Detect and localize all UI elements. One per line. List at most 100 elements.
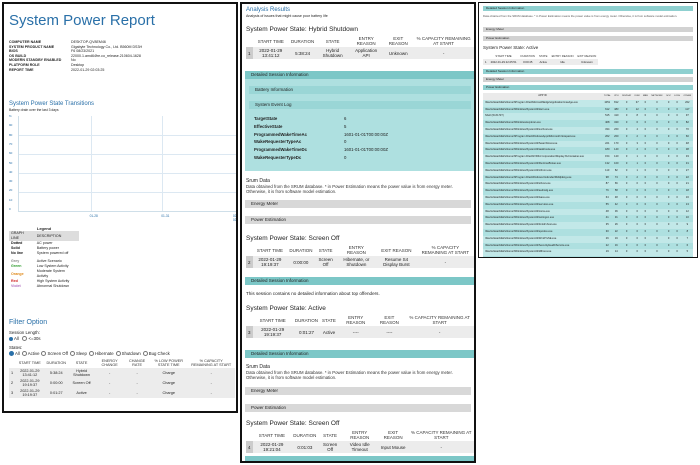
detailed-session-toggle-r2[interactable]: Detailed Session Information [483,69,693,74]
state-option-active[interactable]: Active [21,351,39,357]
y-tick-label: 40 [9,169,13,174]
x-tick-label: 01-28 [89,214,98,218]
table-row[interactable]: \Device\HarddiskVolume3\Windows\System32… [483,147,693,154]
table-row[interactable]: \Device\HarddiskVolume3\Windows\System32… [483,167,693,175]
cell-value: 202 [685,100,690,104]
energy-meter-toggle-2[interactable]: Energy Meter [245,387,471,395]
table-row[interactable]: \Device\HarddiskVolume3\Windows\System32… [483,208,693,216]
table-row[interactable]: 4 2022-01-29 19:21:04 0:01:03 Screen Off Vid… [246,441,474,453]
radio-30s[interactable]: <=30s [22,336,41,342]
cell-start: 2022-01-29 19:19:37 [252,326,293,338]
power-estimation-toggle-2[interactable]: Power Estimation [245,404,471,412]
table-row[interactable]: \Device\HarddiskVolume3\Windows\System32… [483,229,693,236]
table-row[interactable]: 1 2022-01-29 13:41:12 5:38:24 Hybrid Shutdo… [9,368,235,378]
energy-meter-toggle[interactable]: Energy Meter [245,200,471,208]
state-option-screen-off[interactable]: Screen Off [41,351,68,357]
table-row[interactable]: \Device\HarddiskVolume3\Windows\System32… [483,181,693,189]
column-header: % CAPACITY REMAINING AT START [191,359,232,367]
table-row[interactable]: \Device\HarddiskVolume3\Windows\System32… [483,243,693,250]
radio-all[interactable]: All [9,336,19,341]
table-row[interactable]: 2 2022-01-29 19:19:37 0:00:00 Screen Off - - C… [9,378,235,388]
cell-entry: Application API [349,47,384,59]
table-row[interactable]: 1 2022-01-29 22:25:51 0:00:45 Active Idle Unk… [483,59,599,65]
energy-meter-toggle-r2[interactable]: Energy Meter [483,77,693,82]
cell-value: 8 [636,114,638,118]
cell-value: 82 [685,121,689,125]
power-estimation-toggle-r2[interactable]: Power Estimation [483,85,693,90]
system-event-log-toggle[interactable]: System Event Log [249,101,471,109]
screen-off-table-2: START TIME DURATION STATE ENTRY REASON EXIT … [246,429,474,453]
table-row[interactable]: 1 2022-01-29 13:41:12 5:38:24 Hybrid Shutdo… [246,47,474,59]
cell-state: Active [320,326,338,338]
cell-value: 0 [644,229,647,233]
table-row[interactable]: Shell (W:/D:/ST) 515 410 0 8 0 0 0 0 97 [483,113,693,121]
app-id: \Device\HarddiskVolume3\Windows\System32… [485,141,558,145]
cell-r: - [124,368,151,378]
table-row[interactable]: \Device\HarddiskVolume3\Windows\System32… [483,235,693,243]
energy-meter-toggle-r[interactable]: Energy Meter [483,27,693,32]
column-header: TOTAL [603,95,611,97]
cell-value: 0 [667,127,670,131]
state-option-shutdown[interactable]: Shutdown [115,351,141,357]
column-header: DURATION [293,432,317,438]
state-option-sleep[interactable]: Sleep [69,351,87,357]
column-header: EXIT REASON [388,36,408,46]
cell-value: 2 [636,175,638,179]
table-row[interactable]: \Device\HarddiskVolume3\Program Files\NV… [483,154,693,161]
cell-e: - [95,368,125,378]
cell-value: 0 [656,148,658,152]
cell-value: 0 [644,243,647,247]
detailed-session-toggle-3[interactable]: Detailed Session Information [245,350,474,358]
right-section-title: System Power State: Active [483,45,539,50]
detailed-session-toggle[interactable]: Detailed Session Information [245,71,474,79]
table-row[interactable]: \Device\HarddiskVolume3\Windows\System32… [483,126,693,134]
cell-value: 0 [676,141,678,145]
table-row[interactable]: \Device\HarddiskVolume3\Windows\explorer… [483,120,693,127]
table-row[interactable]: 2 2022-01-29 19:19:37 0:00:00 Screen Off Hib… [246,256,474,268]
detailed-session-toggle-2[interactable]: Detailed Session Information [245,277,474,285]
table-row[interactable]: 3 2022-01-29 19:19:37 0:01:27 Active ---- ---… [246,326,474,338]
cell-cap: - [187,378,235,388]
table-row[interactable]: \Device\HarddiskVolume3\Windows\System32… [483,188,693,195]
app-id-header: APP ID [538,94,547,97]
cell-value: 0 [644,141,647,145]
state-option-bug-check[interactable]: Bug Check [142,351,170,357]
table-row[interactable]: \Device\HarddiskVolume3\Windows\System32… [483,202,693,209]
cell-value: 0 [667,107,670,111]
column-header: NETWORK [651,95,663,97]
detailed-session-toggle-4[interactable] [245,456,474,461]
table-row[interactable]: \Device\HarddiskVolume3\Windows\System32… [483,161,693,168]
state-option-all[interactable]: All [9,351,20,357]
table-row[interactable]: \Device\HarddiskVolume3\Windows\System32… [483,107,693,114]
cell-value: 0 [656,141,658,145]
state-option-hibernate[interactable]: Hibernate [88,351,114,357]
cell-value: 132 [605,161,610,165]
cell-value: 0 [644,195,647,199]
section-screen-off-title: System Power State: Screen Off [246,235,340,242]
cell-value: 221 [605,141,610,145]
battery-info-toggle[interactable]: Battery Information [249,86,471,94]
column-header: DURATION [46,361,67,365]
legend-row: Orange Moderate System Activity [9,269,79,279]
cell-value: 100 [614,161,619,165]
table-row[interactable]: \Device\HarddiskVolume3\Program Files\Mi… [483,99,693,107]
table-row[interactable]: \Device\HarddiskVolume3\Windows\System32… [483,256,693,257]
cell-value: 48 [614,195,618,199]
y-tick-label: 50 [9,160,13,165]
table-row[interactable]: \Device\HarddiskVolume3\Windows\System32… [483,140,693,148]
table-row[interactable]: \Device\HarddiskVolume3\Windows\System32… [483,249,693,257]
table-row[interactable]: \Device\HarddiskVolume3\Program Files\Wi… [483,134,693,141]
cell-exit: ---- [373,326,406,338]
power-estimation-toggle[interactable]: Power Estimation [245,216,471,224]
table-row[interactable]: \Device\HarddiskVolume3\Windows\System32… [483,194,693,202]
table-row[interactable]: \Device\HarddiskVolume3\Windows\System32… [483,215,693,222]
table-row[interactable]: \Device\HarddiskVolume3\Windows\System32… [483,222,693,229]
cell-value: 1051 [604,100,611,104]
cell-state: Active [68,388,96,398]
column-header: OTHER [683,95,692,97]
app-id: \Device\HarddiskVolume3\Windows\System32… [485,229,553,233]
table-row[interactable]: \Device\HarddiskVolume3\Program Files\Wi… [483,175,693,182]
detailed-session-toggle-r1[interactable]: Detailed Session Information [483,6,693,11]
table-row[interactable]: 3 2022-01-29 19:19:37 0:01:27 Active - - Charg… [9,388,235,398]
power-estimation-toggle-r[interactable]: Power Estimation [483,36,693,41]
